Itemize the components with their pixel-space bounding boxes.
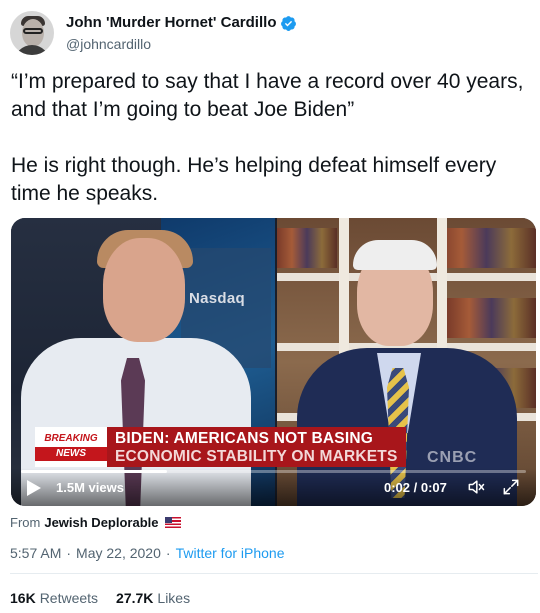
divider [10, 573, 538, 574]
meta-separator: · [165, 545, 171, 561]
tweet-text: “I’m prepared to say that I have a recor… [11, 68, 531, 208]
breaking-label: BREAKING [44, 433, 98, 444]
bookshelf-books [437, 228, 536, 268]
mute-icon[interactable] [466, 477, 486, 497]
source-prefix: From [10, 515, 41, 530]
retweets-label: Retweets [39, 590, 99, 606]
news-chyron: BREAKING NEWS BIDEN: AMERICANS NOT BASIN… [35, 427, 406, 467]
progress-fill [21, 470, 168, 473]
network-logo: CNBC [427, 449, 478, 466]
news-label: NEWS [35, 447, 107, 461]
tweet-meta: 5:57 AM · May 22, 2020 · Twitter for iPh… [10, 545, 285, 561]
author-names: John 'Murder Hornet' Cardillo @johncardi… [66, 13, 297, 53]
chyron-headline: BIDEN: AMERICANS NOT BASING ECONOMIC STA… [107, 427, 406, 467]
video-player[interactable]: Nasdaq BREAKING NEWS BIDEN: AMERICANS NO… [11, 218, 536, 506]
meta-separator: · [66, 545, 72, 561]
tweet-comment: He is right though. He’s helping defeat … [11, 154, 497, 205]
tweet-quote: “I’m prepared to say that I have a recor… [11, 70, 524, 121]
progress-bar[interactable] [21, 470, 526, 473]
name-row: John 'Murder Hornet' Cardillo [66, 13, 297, 33]
likes-count: 27.7K [116, 590, 154, 606]
avatar-glasses [23, 28, 43, 34]
likes-stat[interactable]: 27.7K Likes [116, 590, 190, 606]
breaking-news-badge: BREAKING NEWS [35, 427, 107, 467]
author-handle[interactable]: @johncardillo [66, 35, 297, 53]
avatar[interactable] [10, 11, 54, 55]
tweet-client[interactable]: Twitter for iPhone [176, 545, 285, 561]
nasdaq-sign: Nasdaq [189, 290, 245, 307]
play-icon[interactable] [27, 480, 41, 496]
us-flag-icon [164, 517, 181, 528]
view-count: 1.5M views [56, 480, 124, 495]
fullscreen-icon[interactable] [501, 477, 521, 497]
bookshelf-books [277, 228, 337, 268]
verified-badge-icon [281, 15, 297, 31]
tweet-stats: 16K Retweets 27.7K Likes [10, 590, 208, 606]
source-name[interactable]: Jewish Deplorable [44, 515, 158, 530]
display-name[interactable]: John 'Murder Hornet' Cardillo [66, 13, 276, 33]
video-source: From Jewish Deplorable [10, 515, 181, 530]
tweet-header: John 'Murder Hornet' Cardillo @johncardi… [10, 10, 297, 56]
headline-line-1: BIDEN: AMERICANS NOT BASING [115, 430, 373, 447]
guest-hair [353, 240, 437, 270]
tweet-date[interactable]: May 22, 2020 [76, 545, 161, 561]
avatar-body [14, 45, 50, 55]
video-controls: 1.5M views 0:02 / 0:07 [11, 468, 536, 506]
retweets-stat[interactable]: 16K Retweets [10, 590, 98, 606]
headline-line-2: ECONOMIC STABILITY ON MARKETS [115, 448, 398, 465]
likes-label: Likes [157, 590, 191, 606]
bookshelf-books [447, 298, 536, 338]
anchor-head [103, 238, 185, 342]
tweet-time[interactable]: 5:57 AM [10, 545, 61, 561]
retweets-count: 16K [10, 590, 36, 606]
video-time: 0:02 / 0:07 [384, 480, 447, 495]
